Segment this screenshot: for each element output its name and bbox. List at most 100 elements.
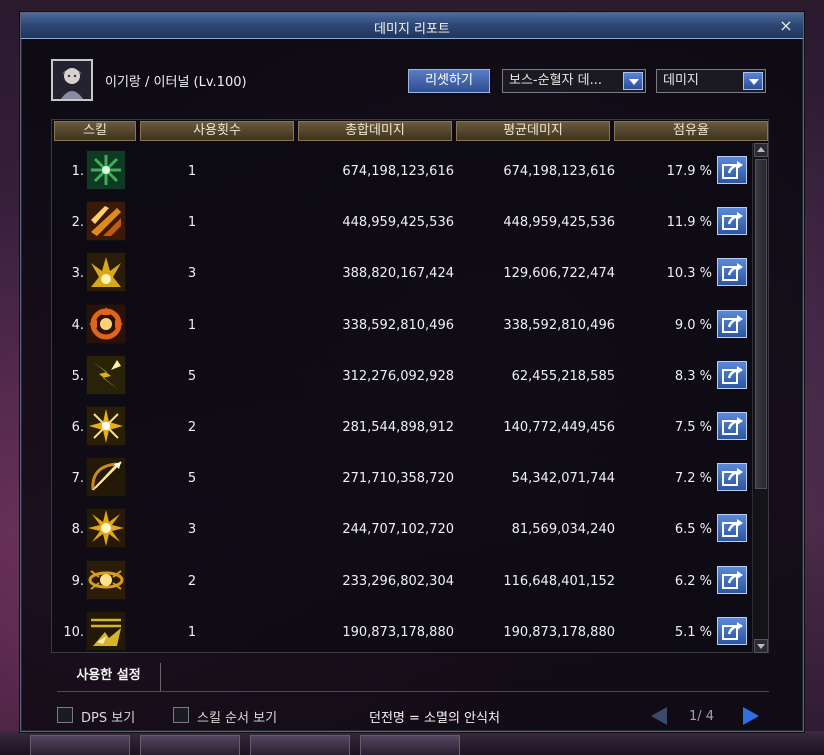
rank-number: 4.: [71, 317, 84, 333]
ice-snowflake-skill-icon[interactable]: [86, 150, 126, 190]
average-damage: 116,648,401,152: [503, 573, 615, 589]
table-row: 6. 2 281,544,898,912 140,772,449,456 7.5 %: [52, 404, 768, 454]
chevron-down-icon[interactable]: [623, 72, 643, 90]
fire-vortex-skill-icon[interactable]: [86, 303, 126, 344]
prev-page-icon[interactable]: [651, 707, 667, 725]
use-count: 2: [187, 420, 197, 435]
table-row: 2. 1 448,959,425,536 448,959,425,536 11.9 %: [52, 199, 768, 249]
average-damage: 338,592,810,496: [503, 317, 615, 333]
header-skill[interactable]: 스킬: [54, 121, 136, 141]
header-share[interactable]: 점유율: [614, 121, 768, 141]
share-percent: 7.2 %: [674, 471, 712, 487]
total-damage: 674,198,123,616: [342, 164, 454, 179]
total-damage: 448,959,425,536: [342, 215, 454, 231]
rank-number: 1.: [71, 164, 84, 179]
export-icon[interactable]: [717, 156, 747, 184]
rank-number: 7.: [71, 471, 84, 487]
winged-orb-skill-icon[interactable]: [86, 559, 126, 600]
scroll-up-button[interactable]: [754, 143, 768, 157]
total-damage: 388,820,167,424: [342, 266, 454, 282]
star-explosion-skill-icon[interactable]: [86, 406, 126, 446]
dps-checkbox[interactable]: [57, 707, 73, 723]
chevron-down-icon[interactable]: [743, 72, 763, 90]
tab-used-settings[interactable]: 사용한 설정: [57, 663, 161, 691]
total-damage: 281,544,898,912: [342, 420, 454, 435]
export-icon[interactable]: [717, 412, 747, 440]
table-row: 1. 1 674,198,123,616 674,198,123,616 17.9 %: [52, 148, 768, 198]
export-icon[interactable]: [717, 463, 747, 492]
rank-number: 6.: [71, 420, 84, 435]
use-count: 2: [187, 573, 197, 589]
header-count[interactable]: 사용횟수: [140, 121, 294, 141]
target-dropdown-value: 보스-순혈자 데...: [509, 73, 602, 88]
use-count: 3: [187, 266, 197, 282]
use-count: 1: [187, 317, 197, 333]
reset-button[interactable]: 리셋하기: [408, 69, 490, 93]
share-percent: 17.9 %: [666, 164, 712, 179]
average-damage: 81,569,034,240: [511, 522, 615, 538]
table-row: 9. 2 233,296,802,304 116,648,401,152 6.2 %: [52, 558, 768, 608]
export-icon[interactable]: [717, 616, 747, 645]
share-percent: 6.2 %: [674, 573, 712, 589]
total-damage: 271,710,358,720: [342, 471, 454, 487]
average-damage: 140,772,449,456: [503, 420, 615, 435]
use-count: 5: [187, 368, 197, 384]
table-row: 10. 1 190,873,178,880 190,873,178,880 5.1 %: [52, 609, 768, 659]
average-damage: 62,455,218,585: [511, 368, 615, 384]
rank-number: 9.: [71, 573, 84, 589]
rank-number: 8.: [71, 522, 84, 538]
header-total[interactable]: 총합데미지: [298, 121, 452, 141]
use-count: 1: [187, 624, 197, 640]
export-icon[interactable]: [717, 514, 747, 543]
scroll-down-button[interactable]: [754, 639, 768, 653]
share-percent: 8.3 %: [674, 368, 712, 384]
table-row: 3. 3 388,820,167,424 129,606,722,474 10.3 %: [52, 250, 768, 300]
dungeon-name: 던전명 = 소멸의 안식처: [369, 711, 500, 726]
total-damage: 338,592,810,496: [342, 317, 454, 333]
export-icon[interactable]: [717, 258, 747, 287]
header-average[interactable]: 평균데미지: [456, 121, 610, 141]
bg-tab: [360, 735, 460, 755]
table-header: 스킬 사용횟수 총합데미지 평균데미지 점유율: [52, 120, 768, 142]
average-damage: 54,342,071,744: [511, 471, 615, 487]
export-icon[interactable]: [717, 360, 747, 389]
lightning-shards-skill-icon[interactable]: [86, 354, 126, 395]
export-icon[interactable]: [717, 565, 747, 594]
export-icon[interactable]: [717, 309, 747, 338]
scrollbar[interactable]: [752, 143, 768, 653]
title-bar[interactable]: 데미지 리포트 ×: [21, 13, 803, 39]
share-percent: 9.0 %: [674, 317, 712, 333]
window-title: 데미지 리포트: [374, 22, 450, 37]
total-damage: 233,296,802,304: [342, 573, 454, 589]
bow-arrow-skill-icon[interactable]: [86, 457, 126, 498]
close-button[interactable]: ×: [777, 17, 795, 35]
table-row: 7. 5 271,710,358,720 54,342,071,744 7.2 %: [52, 455, 768, 505]
flame-burst-skill-icon[interactable]: [86, 252, 126, 293]
metric-dropdown[interactable]: 데미지: [656, 69, 766, 93]
page-indicator: 1/ 4: [689, 709, 715, 724]
skill-order-checkbox[interactable]: [173, 707, 189, 723]
light-beam-skill-icon[interactable]: [86, 610, 126, 651]
export-icon[interactable]: [717, 207, 747, 236]
average-damage: 448,959,425,536: [503, 215, 615, 231]
scroll-thumb[interactable]: [755, 159, 767, 489]
sun-burst-skill-icon[interactable]: [86, 508, 126, 549]
character-portrait: [51, 59, 93, 101]
share-percent: 10.3 %: [666, 266, 712, 282]
use-count: 5: [187, 471, 197, 487]
bg-tab: [250, 735, 350, 755]
share-percent: 5.1 %: [674, 624, 712, 640]
bg-tab: [30, 735, 130, 755]
share-percent: 11.9 %: [666, 215, 712, 231]
rank-number: 2.: [71, 215, 84, 231]
rank-number: 10.: [63, 624, 84, 640]
character-avatar-icon: [53, 61, 91, 99]
table-row: 5. 5 312,276,092,928 62,455,218,585 8.3 %: [52, 353, 768, 403]
damage-report-window: 데미지 리포트 × 이기랑 / 이터널 (Lv.100) 리셋하기 보스-순혈자…: [20, 12, 804, 732]
fire-slash-skill-icon[interactable]: [86, 201, 126, 242]
target-dropdown[interactable]: 보스-순혈자 데...: [502, 69, 646, 93]
total-damage: 312,276,092,928: [342, 368, 454, 384]
next-page-icon[interactable]: [743, 707, 759, 725]
average-damage: 190,873,178,880: [503, 624, 615, 640]
metric-dropdown-value: 데미지: [663, 73, 699, 88]
